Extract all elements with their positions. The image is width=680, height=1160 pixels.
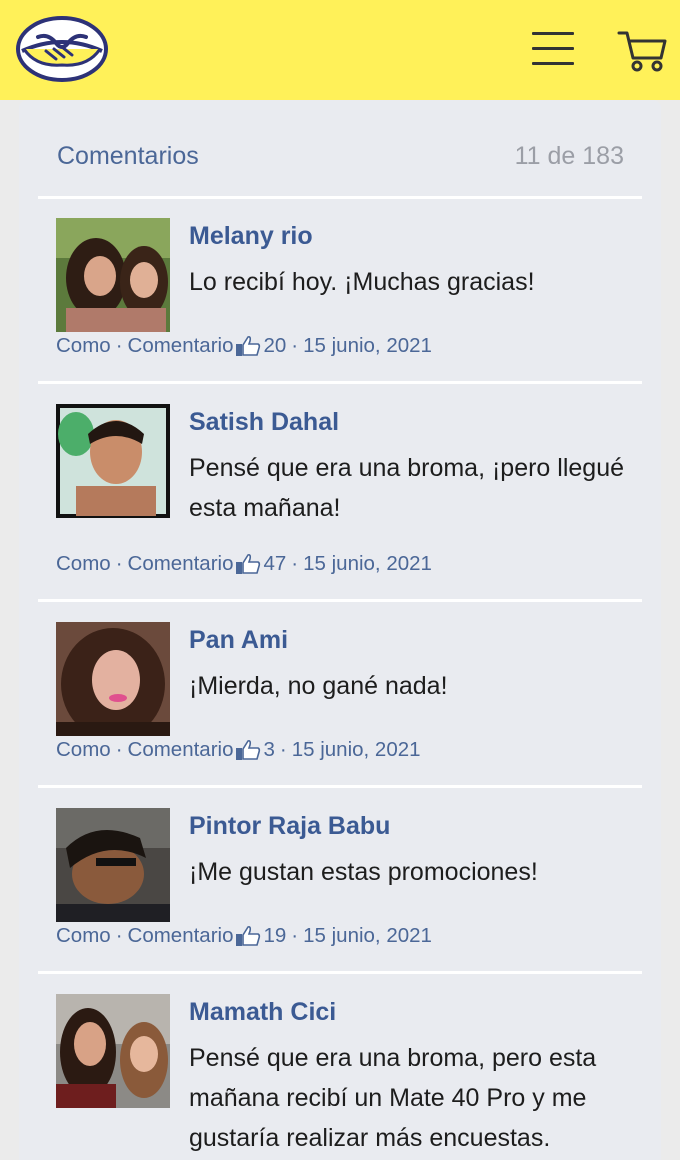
comment-author[interactable]: Mamath Cici	[189, 998, 336, 1027]
comment-author[interactable]: Melany rio	[189, 222, 313, 251]
avatar[interactable]	[56, 622, 170, 736]
divider	[38, 196, 642, 199]
avatar[interactable]	[56, 808, 170, 922]
like-count: 3	[263, 738, 275, 761]
comment-date: 15 junio, 2021	[303, 552, 432, 575]
like-link[interactable]: Como	[56, 334, 111, 358]
comment-text: Pensé que era una broma, pero esta mañan…	[189, 1044, 597, 1152]
shopping-cart-icon[interactable]	[616, 28, 668, 74]
separator: ·	[115, 738, 123, 761]
comment-date: 15 junio, 2021	[291, 738, 421, 761]
thumbs-up-icon	[235, 925, 261, 947]
separator: ·	[115, 552, 123, 575]
comment-item: Pan Ami ¡Mierda, no gané nada! Como · Co…	[56, 622, 636, 772]
avatar[interactable]	[56, 404, 170, 518]
comment-link[interactable]: Comentario	[128, 924, 234, 948]
thumbs-up-icon	[235, 553, 261, 575]
top-header-bar	[0, 0, 680, 100]
like-count: 47	[263, 552, 287, 575]
comment-text: ¡Mierda, no gané nada!	[189, 672, 448, 700]
like-link[interactable]: Como	[56, 552, 111, 576]
comment-text: Lo recibí hoy. ¡Muchas gracias!	[189, 268, 535, 296]
separator: ·	[279, 738, 287, 761]
comment-author[interactable]: Pan Ami	[189, 626, 288, 655]
separator: ·	[115, 924, 123, 947]
thumbs-up-icon	[235, 739, 261, 761]
comment-text: ¡Me gustan estas promociones!	[189, 858, 538, 886]
separator: ·	[291, 924, 299, 947]
thumbs-up-icon	[235, 335, 261, 357]
divider	[38, 785, 642, 788]
separator: ·	[115, 334, 123, 357]
comment-text: Pensé que era una broma, ¡pero llegué es…	[189, 454, 625, 522]
handshake-logo[interactable]	[16, 15, 108, 83]
comment-meta: Como · Comentario 47 · 15 junio, 2021	[56, 552, 432, 576]
separator: ·	[291, 334, 299, 357]
comment-item: Satish Dahal Pensé que era una broma, ¡p…	[56, 404, 636, 594]
comments-count: 11 de 183	[514, 142, 624, 170]
comment-link[interactable]: Comentario	[128, 738, 234, 762]
comment-item: Mamath Cici Pensé que era una broma, per…	[56, 994, 636, 1160]
avatar[interactable]	[56, 994, 170, 1108]
comment-link[interactable]: Comentario	[128, 334, 234, 358]
like-count: 19	[263, 924, 287, 947]
comment-meta: Como · Comentario 20 · 15 junio, 2021	[56, 334, 432, 358]
comment-item: Pintor Raja Babu ¡Me gustan estas promoc…	[56, 808, 636, 958]
hamburger-menu-icon[interactable]	[530, 30, 576, 68]
like-link[interactable]: Como	[56, 924, 111, 948]
divider	[38, 381, 642, 384]
like-count: 20	[263, 334, 287, 357]
separator: ·	[291, 552, 299, 575]
divider	[38, 599, 642, 602]
comment-meta: Como · Comentario 3 · 15 junio, 2021	[56, 738, 421, 762]
comment-item: Melany rio Lo recibí hoy. ¡Muchas gracia…	[56, 218, 636, 368]
comment-author[interactable]: Satish Dahal	[189, 408, 339, 437]
divider	[38, 971, 642, 974]
comment-author[interactable]: Pintor Raja Babu	[189, 812, 390, 841]
comment-meta: Como · Comentario 19 · 15 junio, 2021	[56, 924, 432, 948]
avatar[interactable]	[56, 218, 170, 332]
comments-panel-header: Comentarios 11 de 183	[38, 140, 624, 174]
like-link[interactable]: Como	[56, 738, 111, 762]
comments-title: Comentarios	[57, 142, 199, 170]
comment-date: 15 junio, 2021	[303, 924, 432, 947]
comment-date: 15 junio, 2021	[303, 334, 432, 357]
comment-link[interactable]: Comentario	[128, 552, 234, 576]
